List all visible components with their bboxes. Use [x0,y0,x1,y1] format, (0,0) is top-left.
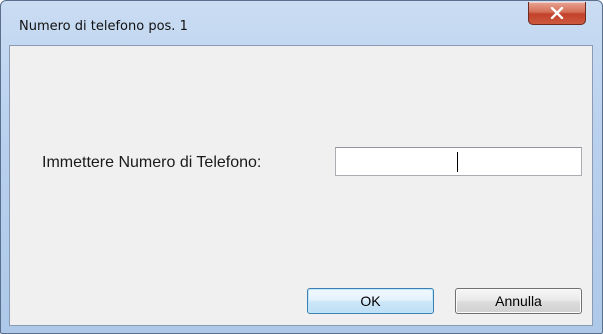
title-bar[interactable]: Numero di telefono pos. 1 [1,1,602,45]
phone-number-label: Immettere Numero di Telefono: [42,154,262,171]
ok-button[interactable]: OK [307,288,434,314]
window-title: Numero di telefono pos. 1 [19,19,188,34]
close-button[interactable] [528,2,586,25]
dialog-body: Immettere Numero di Telefono: OK Annulla [9,45,593,326]
close-icon [550,7,564,19]
cancel-button[interactable]: Annulla [455,288,582,314]
phone-number-input[interactable] [335,147,582,176]
text-caret [457,152,458,172]
dialog-window: Numero di telefono pos. 1 Immettere Nume… [0,0,603,334]
